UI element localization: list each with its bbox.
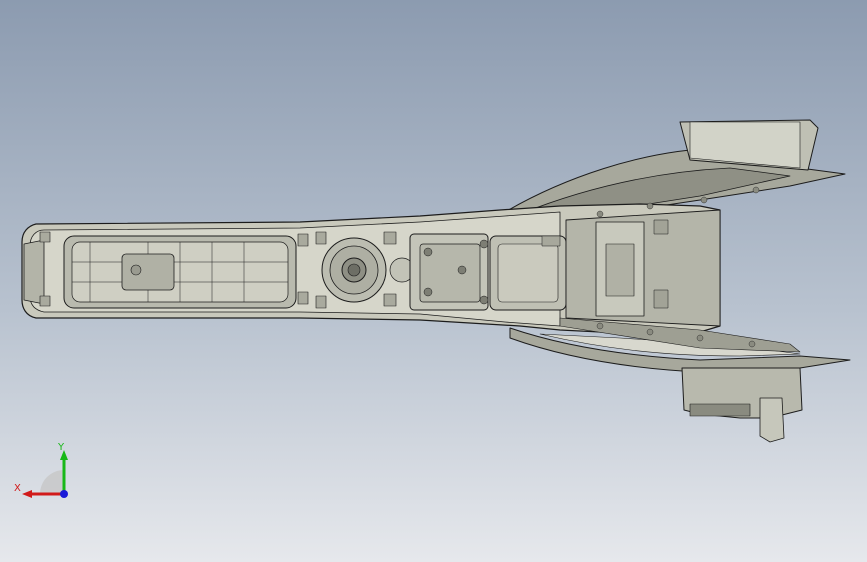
cad-3d-viewport[interactable] <box>0 0 867 562</box>
front-end-cap <box>23 239 45 305</box>
rear-clip-top <box>653 219 669 235</box>
knob-hub <box>347 263 361 277</box>
latch-mechanism <box>121 253 175 291</box>
triad-plane-quadrant <box>40 470 64 494</box>
x-axis-label: X <box>14 483 21 494</box>
lower-rear-bracket <box>759 397 785 443</box>
x-axis-arrow <box>22 490 32 498</box>
rear-support-inner <box>605 243 635 297</box>
rear-module-tab <box>541 235 561 247</box>
rear-module-face <box>497 243 559 303</box>
console-model[interactable] <box>21 119 851 443</box>
latch-pin <box>130 264 142 276</box>
z-axis-dot <box>60 490 68 498</box>
coordinate-triad: X Y <box>14 442 68 498</box>
rear-clip-bottom <box>653 289 669 309</box>
lower-rear-tabs <box>689 403 751 417</box>
y-axis-label: Y <box>57 442 65 453</box>
